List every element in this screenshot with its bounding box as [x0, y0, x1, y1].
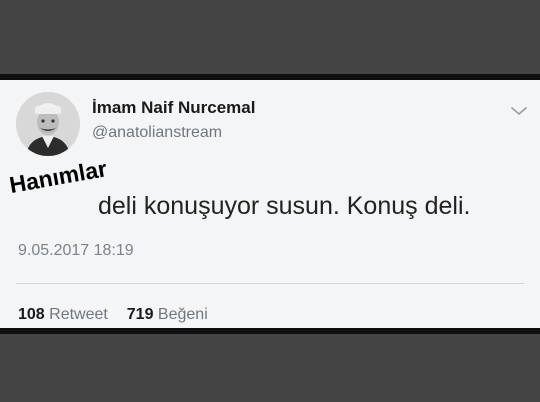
retweet-label[interactable]: Retweet	[49, 306, 108, 323]
tweet-timestamp[interactable]: 9.05.2017 18:19	[18, 242, 134, 260]
like-count[interactable]: 719	[127, 306, 154, 323]
display-name[interactable]: İmam Naif Nurcemal	[92, 98, 255, 118]
tweet-card: İmam Naif Nurcemal @anatolianstream deli…	[0, 80, 540, 328]
overlay-handwritten-word: Hanımlar	[7, 155, 109, 199]
retweet-count[interactable]: 108	[18, 306, 45, 323]
like-label[interactable]: Beğeni	[158, 306, 208, 323]
user-handle[interactable]: @anatolianstream	[92, 124, 222, 142]
avatar-portrait-icon	[16, 92, 80, 156]
top-frame-band	[0, 0, 540, 76]
chevron-down-icon[interactable]	[508, 104, 530, 118]
avatar[interactable]	[16, 92, 80, 156]
engagement-stats: 108 Retweet 719 Beğeni	[18, 306, 208, 324]
divider	[16, 283, 524, 284]
tweet-text: deli konuşuyor susun. Konuş deli.	[98, 192, 471, 220]
bottom-frame-band	[0, 334, 540, 402]
